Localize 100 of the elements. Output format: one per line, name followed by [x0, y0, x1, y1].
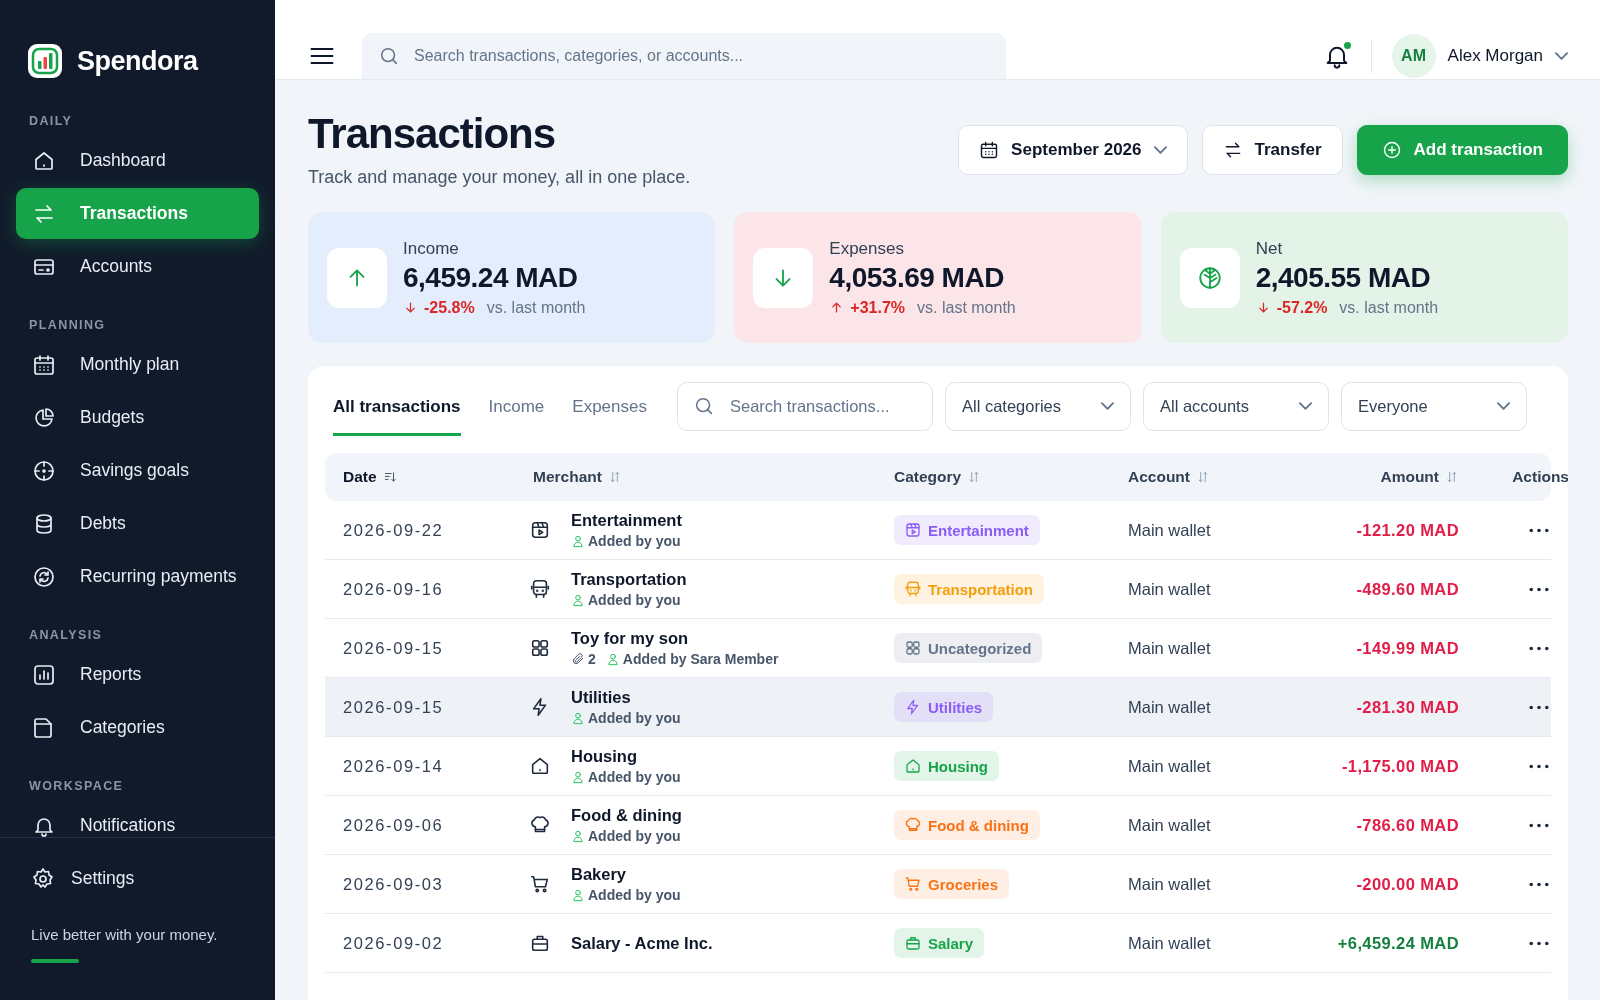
- more-icon: [1529, 704, 1549, 710]
- amount-cell-text: -200.00 MAD: [1355, 874, 1459, 894]
- person-icon: [571, 711, 585, 726]
- account-cell-text: Main wallet: [1128, 579, 1212, 599]
- date-cell-text: 2026-09-14: [343, 756, 445, 776]
- user-name[interactable]: Alex Morgan: [1447, 46, 1543, 66]
- period-selector[interactable]: September 2026: [958, 125, 1188, 175]
- table-row[interactable]: 2026-09-22 Entertainment Added by you Entertainment Main wallet -121.20 MAD: [325, 501, 1551, 561]
- more-icon: [1529, 527, 1549, 533]
- sidebar-item[interactable]: Debts: [16, 498, 259, 549]
- leaf-icon: [1196, 264, 1223, 291]
- amount-cell-text: -149.99 MAD: [1355, 638, 1459, 658]
- account-cell-text: Main wallet: [1128, 933, 1212, 953]
- added-by: Added by Sara Member: [605, 651, 779, 668]
- category-tag: Utilities: [894, 692, 994, 723]
- column-header: Actions: [1512, 468, 1568, 487]
- card-label: Expenses: [829, 238, 905, 259]
- table-row[interactable]: 2026-09-02 Salary - Acme Inc. Salary Main wallet +6,459.24 MAD: [325, 914, 1551, 974]
- tab[interactable]: Income: [488, 376, 545, 437]
- card-value: 2,405.55 MAD: [1255, 261, 1432, 294]
- comparison-text: vs. last month: [917, 298, 1016, 317]
- table-row[interactable]: 2026-09-06 Food & dining Added by you Food & dining Main wallet -786.60 MAD: [325, 796, 1551, 856]
- category-tag: Transportation: [894, 574, 1044, 605]
- search-field[interactable]: Search transactions...: [676, 381, 933, 431]
- merchant-name: Food & dining: [571, 806, 682, 826]
- column-header[interactable]: Account: [1128, 468, 1190, 487]
- sidebar-item[interactable]: Budgets: [16, 392, 259, 443]
- house-icon: [904, 757, 922, 776]
- transfer-button[interactable]: Transfer: [1201, 125, 1343, 175]
- filter-dropdown[interactable]: All accounts: [1142, 381, 1329, 431]
- table-row[interactable]: 2026-09-03 Bakery Added by you Groceries Main wallet -200.00 MAD: [325, 855, 1551, 915]
- sidebar-item[interactable]: Notifications: [16, 800, 259, 837]
- amount-cell-text: -489.60 MAD: [1355, 579, 1459, 599]
- change-value: +31.7%: [829, 298, 906, 317]
- column-header[interactable]: Date: [343, 468, 377, 487]
- table-row[interactable]: 2026-09-15 Utilities Added by you Utilities Main wallet -281.30 MAD: [325, 678, 1551, 738]
- date-cell-text: 2026-09-16: [343, 579, 445, 599]
- account-cell-text: Main wallet: [1128, 874, 1212, 894]
- change-value: -57.2%: [1255, 298, 1328, 317]
- added-by: Added by you: [571, 710, 681, 727]
- merchant-name: Transportation: [571, 570, 687, 590]
- paperclip-icon: [571, 652, 585, 667]
- sidebar-item[interactable]: Categories: [16, 702, 259, 753]
- settings-icon: [31, 866, 55, 891]
- sidebar-item[interactable]: Accounts: [16, 241, 259, 292]
- column-header[interactable]: Amount: [1380, 468, 1439, 487]
- chevron-icon: [1496, 402, 1510, 411]
- category-tag: Housing: [894, 751, 999, 782]
- added-by: Added by you: [571, 769, 681, 786]
- account-cell-text: Main wallet: [1128, 638, 1212, 658]
- sidebar-item[interactable]: Monthly plan: [16, 339, 259, 390]
- sidebar-item[interactable]: Savings goals: [16, 445, 259, 496]
- chevron-icon: [1100, 402, 1114, 411]
- date-cell-text: 2026-09-15: [343, 697, 445, 717]
- account-cell-text: Main wallet: [1128, 520, 1212, 540]
- sidebar-item[interactable]: Recurring payments: [16, 551, 259, 602]
- column-header[interactable]: Merchant: [533, 468, 602, 487]
- sidebar-item[interactable]: Dashboard: [16, 135, 259, 186]
- amount-cell-text: -786.60 MAD: [1355, 815, 1459, 835]
- film-icon: [904, 521, 922, 540]
- accent-bar: [31, 959, 79, 963]
- filter-dropdown[interactable]: Everyone: [1340, 381, 1527, 431]
- tab[interactable]: All transactions: [333, 376, 461, 437]
- table-row[interactable]: 2026-09-16 Transportation Added by you Transportation Main wallet -489.60 MAD: [325, 560, 1551, 620]
- search-field[interactable]: Search transactions, categories, or accounts...: [362, 33, 1006, 79]
- comparison-text: vs. last month: [486, 298, 586, 317]
- added-by: Added by you: [571, 828, 681, 845]
- person-icon: [605, 652, 620, 667]
- nav-icon: [32, 458, 56, 483]
- sidebar-item[interactable]: Settings: [16, 853, 259, 904]
- merchant-name: Toy for my son: [571, 629, 690, 649]
- table-row[interactable]: 2026-09-14 Housing Added by you Housing Main wallet -1,175.00 MAD: [325, 737, 1551, 797]
- app-name: Spendora: [77, 45, 198, 77]
- tab[interactable]: Expenses: [572, 376, 647, 437]
- date-cell-text: 2026-09-22: [343, 520, 445, 540]
- more-icon: [1529, 586, 1549, 592]
- section-label: ANALYSIS: [28, 627, 104, 644]
- merchant-name: Utilities: [571, 688, 632, 708]
- added-by: Added by you: [571, 592, 681, 609]
- column-header[interactable]: Category: [894, 468, 962, 487]
- chevron-icon: [1153, 146, 1167, 154]
- category-tag: Entertainment: [894, 515, 1040, 546]
- filter-dropdown[interactable]: All categories: [944, 381, 1131, 431]
- added-by: Added by you: [571, 533, 681, 550]
- date-cell-text: 2026-09-02: [343, 933, 445, 953]
- briefcase-icon: [904, 934, 922, 953]
- more-icon: [1529, 822, 1549, 828]
- attachment-count: 2: [571, 651, 596, 668]
- sidebar-item[interactable]: Reports: [16, 649, 259, 700]
- date-cell-text: 2026-09-06: [343, 815, 445, 835]
- avatar[interactable]: AM: [1391, 34, 1436, 78]
- category-tag: Food & dining: [894, 810, 1040, 841]
- comparison-text: vs. last month: [1339, 298, 1439, 317]
- merchant-name: Entertainment: [571, 511, 682, 531]
- page-title: Transactions: [308, 110, 557, 159]
- change-value: -25.8%: [403, 298, 475, 317]
- section-label: WORKSPACE: [28, 778, 125, 795]
- person-icon: [571, 888, 585, 903]
- account-cell-text: Main wallet: [1128, 815, 1212, 835]
- more-icon: [1529, 881, 1549, 887]
